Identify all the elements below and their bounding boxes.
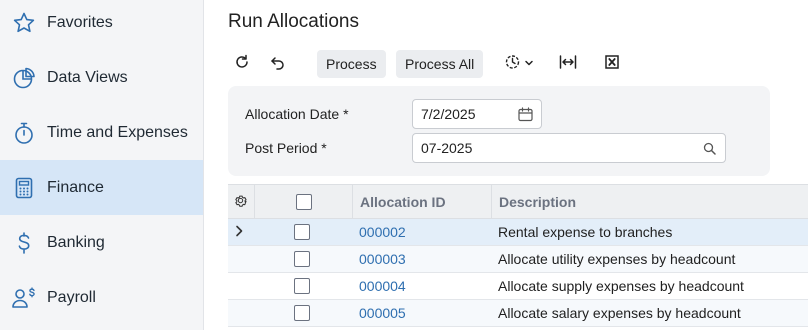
sidebar-item-label: Payroll: [47, 288, 96, 306]
sidebar: Favorites Data Views Time and Expenses F…: [0, 0, 204, 330]
sidebar-item-finance[interactable]: Finance: [0, 160, 203, 215]
calculator-icon: [11, 175, 37, 201]
allocation-id-link[interactable]: 000003: [359, 246, 406, 272]
main-content: Run Allocations Process Process All Allo…: [204, 0, 808, 330]
allocations-grid: Allocation ID Description 000002 Rental …: [228, 184, 808, 330]
user-dollar-icon: [11, 285, 37, 311]
sidebar-item-label: Data Views: [47, 68, 128, 86]
pie-chart-icon: [11, 65, 37, 91]
search-icon[interactable]: [701, 140, 717, 156]
sidebar-item-label: Time and Expenses: [47, 123, 188, 141]
fit-columns-button[interactable]: [554, 50, 582, 78]
dollar-icon: [11, 230, 37, 256]
post-period-field[interactable]: 07-2025: [412, 133, 726, 163]
schedule-icon: [504, 53, 521, 75]
table-row[interactable]: 000003 Allocate utility expenses by head…: [228, 246, 808, 273]
process-button[interactable]: Process: [317, 50, 386, 78]
sidebar-item-banking[interactable]: Banking: [0, 215, 203, 270]
undo-icon: [269, 54, 285, 75]
export-excel-button[interactable]: [598, 50, 626, 78]
chevron-down-icon: [524, 55, 534, 73]
post-period-value: 07-2025: [421, 140, 473, 156]
sidebar-item-payroll[interactable]: Payroll: [0, 270, 203, 325]
sidebar-item-label: Banking: [47, 233, 105, 251]
excel-icon: [605, 54, 619, 74]
refresh-button[interactable]: [228, 50, 256, 78]
row-checkbox[interactable]: [294, 278, 310, 294]
description-cell: Allocate utility expenses by headcount: [498, 251, 736, 267]
row-indicator: [234, 219, 254, 245]
undo-button[interactable]: [263, 50, 291, 78]
process-all-button[interactable]: Process All: [396, 50, 484, 78]
row-checkbox-cell: [294, 219, 310, 245]
required-mark: *: [321, 140, 327, 156]
toolbar: Process Process All: [228, 50, 798, 78]
sidebar-item-label: Favorites: [47, 13, 113, 31]
column-header-description[interactable]: Description: [491, 185, 808, 218]
sidebar-item-data-views[interactable]: Data Views: [0, 50, 203, 105]
calendar-icon[interactable]: [517, 106, 533, 122]
filter-panel: Allocation Date * 7/2/2025 Post Period *…: [228, 86, 770, 176]
row-checkbox-cell: [294, 300, 310, 326]
allocation-date-value: 7/2/2025: [421, 106, 476, 122]
post-period-label-text: Post Period: [245, 140, 318, 156]
star-icon: [11, 10, 37, 36]
row-checkbox-cell: [294, 246, 310, 272]
column-settings-button[interactable]: [228, 185, 254, 218]
refresh-icon: [234, 54, 250, 75]
page-title: Run Allocations: [228, 11, 359, 32]
select-all-cell: [254, 185, 352, 218]
allocation-date-label: Allocation Date *: [245, 106, 349, 122]
gear-icon: [233, 193, 248, 211]
allocation-date-label-text: Allocation Date: [245, 106, 340, 122]
post-period-label: Post Period *: [245, 140, 327, 156]
table-row[interactable]: 000005 Allocate salary expenses by headc…: [228, 300, 808, 327]
description-cell: Allocate supply expenses by headcount: [498, 278, 744, 294]
stopwatch-icon: [11, 120, 37, 146]
fit-width-icon: [559, 54, 577, 74]
grid-header: Allocation ID Description: [228, 184, 808, 219]
row-checkbox-cell: [294, 273, 310, 299]
allocation-id-link[interactable]: 000002: [359, 219, 406, 245]
required-mark: *: [343, 106, 349, 122]
table-row[interactable]: 000002 Rental expense to branches: [228, 219, 808, 246]
row-checkbox[interactable]: [294, 251, 310, 267]
select-all-checkbox[interactable]: [295, 193, 312, 210]
sidebar-item-time-and-expenses[interactable]: Time and Expenses: [0, 105, 203, 160]
row-checkbox[interactable]: [294, 305, 310, 321]
description-cell: Rental expense to branches: [498, 224, 673, 240]
sidebar-item-label: Finance: [47, 178, 104, 196]
allocation-id-link[interactable]: 000005: [359, 300, 406, 326]
column-header-allocation-id[interactable]: Allocation ID: [352, 185, 491, 218]
schedule-dropdown-button[interactable]: [500, 50, 538, 78]
row-checkbox[interactable]: [294, 224, 310, 240]
description-cell: Allocate salary expenses by headcount: [498, 305, 741, 321]
chevron-right-icon: [234, 224, 244, 240]
allocation-id-link[interactable]: 000004: [359, 273, 406, 299]
table-row[interactable]: 000004 Allocate supply expenses by headc…: [228, 273, 808, 300]
allocation-date-field[interactable]: 7/2/2025: [412, 99, 542, 129]
sidebar-item-favorites[interactable]: Favorites: [0, 0, 203, 50]
